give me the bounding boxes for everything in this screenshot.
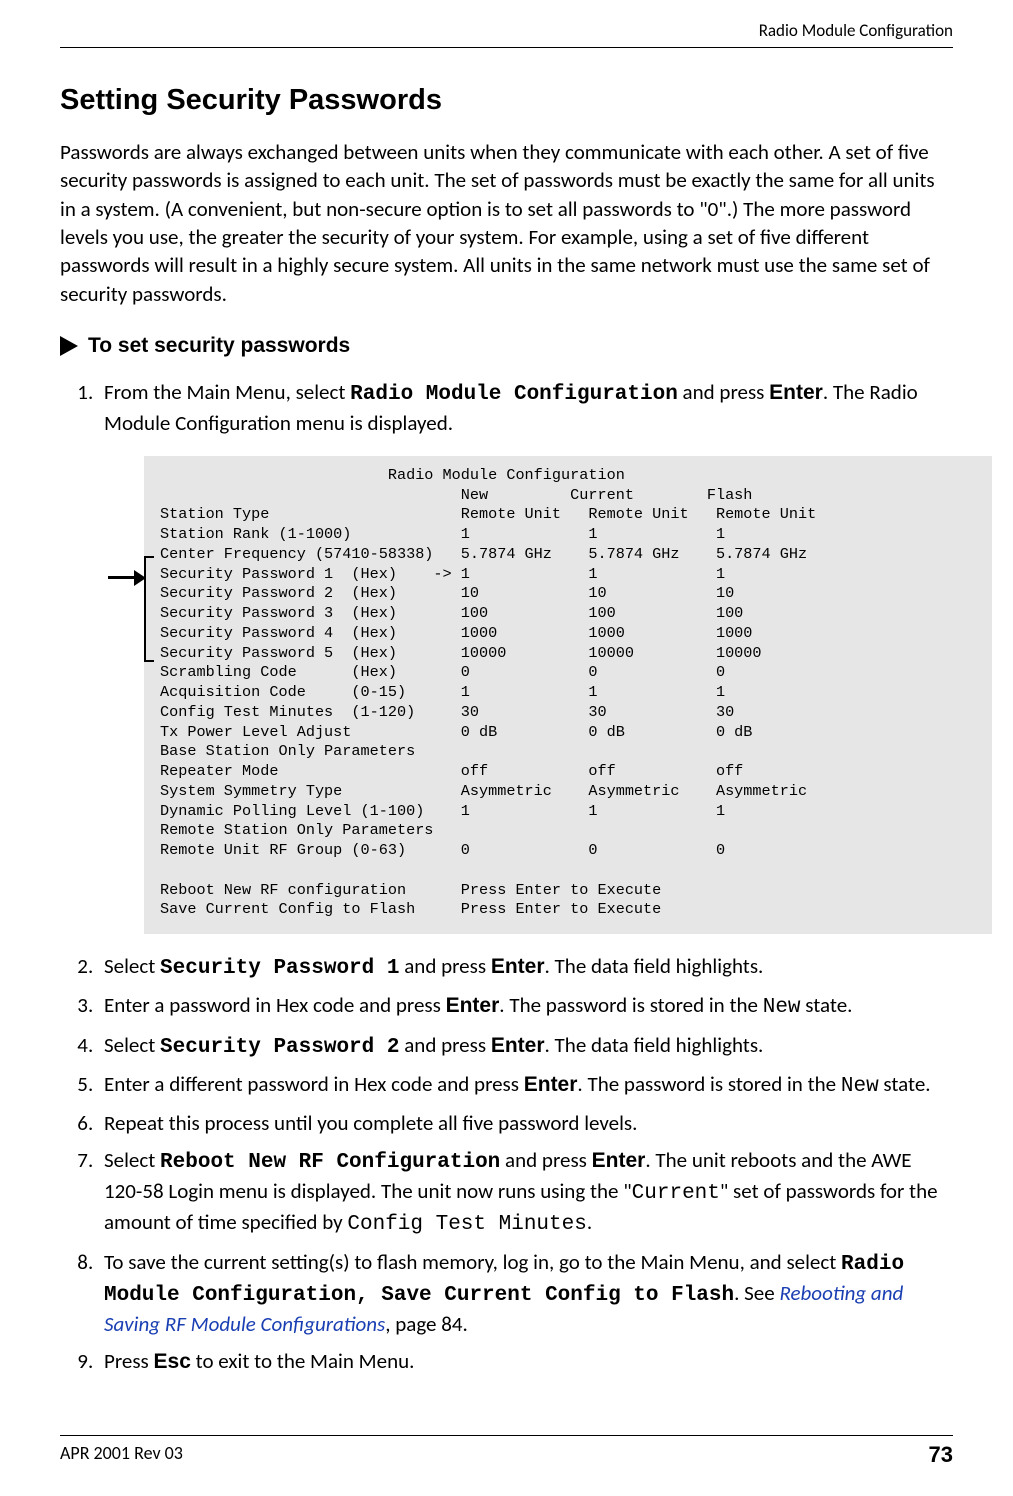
menu-command: Radio Module Configuration — [350, 383, 678, 406]
footer-revision: APR 2001 Rev 03 — [60, 1442, 183, 1468]
step-text: and press — [399, 1032, 490, 1058]
terminal-screenshot: Radio Module Configuration New Current F… — [144, 456, 953, 934]
state-name: New — [841, 1075, 879, 1098]
step-3: Enter a password in Hex code and press E… — [98, 991, 953, 1022]
step-1: From the Main Menu, select Radio Module … — [98, 378, 953, 934]
key-name: Enter — [446, 994, 500, 1017]
step-text: Select — [104, 1147, 160, 1173]
key-name: Enter — [491, 1034, 545, 1057]
key-name: Enter — [524, 1073, 578, 1096]
menu-command: Security Password 1 — [160, 957, 399, 980]
menu-command: Reboot New RF Configuration — [160, 1151, 500, 1174]
step-2: Select Security Password 1 and press Ent… — [98, 952, 953, 983]
step-text: From the Main Menu, select — [104, 379, 350, 405]
menu-command: Security Password 2 — [160, 1036, 399, 1059]
step-text: Enter a different password in Hex code a… — [104, 1071, 524, 1097]
step-4: Select Security Password 2 and press Ent… — [98, 1031, 953, 1062]
step-text: Enter a password in Hex code and press — [104, 992, 446, 1018]
page-title: Setting Security Passwords — [60, 84, 953, 117]
step-text: to exit to the Main Menu. — [191, 1348, 415, 1374]
callout-arrow-icon — [108, 560, 144, 730]
state-name: New — [763, 996, 801, 1019]
step-text: Repeat this process until you complete a… — [104, 1110, 637, 1136]
step-text: . The data field highlights. — [545, 1032, 764, 1058]
step-text: , page 84. — [385, 1311, 468, 1337]
step-8: To save the current setting(s) to flash … — [98, 1248, 953, 1339]
intro-paragraph: Passwords are always exchanged between u… — [60, 138, 953, 308]
key-name: Esc — [154, 1350, 191, 1373]
step-list: From the Main Menu, select Radio Module … — [60, 378, 953, 1376]
step-text: state. — [801, 992, 853, 1018]
step-text: Press — [104, 1348, 154, 1374]
param-name: Config Test Minutes — [347, 1213, 586, 1236]
key-name: Enter — [592, 1149, 646, 1172]
procedure-title: To set security passwords — [88, 334, 350, 358]
step-text: and press — [399, 953, 490, 979]
state-name: Current — [632, 1182, 720, 1205]
procedure-arrow-icon — [60, 336, 78, 356]
step-text: . The data field highlights. — [545, 953, 764, 979]
key-name: Enter — [769, 381, 823, 404]
step-text: Select — [104, 1032, 160, 1058]
step-9: Press Esc to exit to the Main Menu. — [98, 1347, 953, 1376]
page-footer: APR 2001 Rev 03 73 — [60, 1435, 953, 1468]
step-5: Enter a different password in Hex code a… — [98, 1070, 953, 1101]
step-6: Repeat this process until you complete a… — [98, 1109, 953, 1137]
step-text: . The password is stored in the — [577, 1071, 840, 1097]
step-text: Select — [104, 953, 160, 979]
step-text: . See — [734, 1280, 779, 1306]
step-text: . The password is stored in the — [499, 992, 762, 1018]
step-text: . — [587, 1209, 592, 1235]
running-head: Radio Module Configuration — [60, 20, 953, 48]
page-number: 73 — [929, 1442, 953, 1468]
step-text: To save the current setting(s) to flash … — [104, 1249, 841, 1275]
step-text: state. — [879, 1071, 931, 1097]
step-7: Select Reboot New RF Configuration and p… — [98, 1146, 953, 1240]
terminal-output: Radio Module Configuration New Current F… — [144, 456, 992, 934]
step-text: and press — [678, 379, 769, 405]
step-text: and press — [500, 1147, 591, 1173]
key-name: Enter — [491, 955, 545, 978]
